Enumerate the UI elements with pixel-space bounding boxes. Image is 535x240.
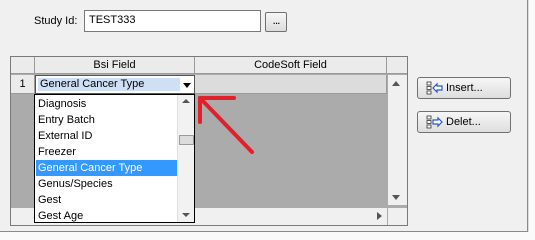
insert-row-icon [426,81,443,95]
grid-corner-header [11,57,35,74]
scroll-right-icon[interactable] [377,212,382,220]
window-edge-right [528,0,535,240]
window-border-bottom [0,231,528,232]
scroll-down-icon[interactable] [392,195,400,200]
column-header-codesoft-field[interactable]: CodeSoft Field [195,57,387,74]
dropdown-option[interactable]: Entry Batch [36,112,181,128]
bsi-field-dropdown-list[interactable]: Diagnosis Entry Batch External ID Freeze… [34,94,195,223]
delete-row-icon [426,115,443,129]
bsi-field-combo[interactable]: General Cancer Type [35,75,195,94]
delete-button[interactable]: Delet... [417,111,511,133]
row-number: 1 [11,75,35,94]
annotation-arrow-icon [198,96,254,154]
insert-button[interactable]: Insert... [417,77,511,99]
dropdown-option[interactable]: Freezer [36,144,181,160]
grid-vertical-scrollbar[interactable] [388,75,407,205]
dropdown-option[interactable]: External ID [36,128,181,144]
browse-study-button[interactable]: ... [265,12,287,32]
scroll-down-icon[interactable] [182,213,190,217]
study-id-input[interactable]: TEST333 [84,10,261,32]
dropdown-option[interactable]: Gest [36,192,181,208]
dropdown-option-selected[interactable]: General Cancer Type [36,160,181,176]
scroll-up-icon[interactable] [392,81,400,86]
header-filler [387,57,407,74]
dropdown-option[interactable]: Gest Age [36,208,181,224]
insert-button-label: Insert... [446,82,483,94]
grid-scroll-corner [388,208,407,225]
delete-button-label: Delet... [446,116,481,128]
dropdown-option[interactable]: Diagnosis [36,96,181,112]
bsi-field-combo-value: General Cancer Type [38,78,180,91]
window-edge-bottom [0,232,535,240]
dropdown-option[interactable]: Genus/Species [36,176,181,192]
study-id-label: Study Id: [34,15,78,27]
window-border-right [527,0,528,232]
column-header-bsi-field[interactable]: Bsi Field [35,57,195,74]
